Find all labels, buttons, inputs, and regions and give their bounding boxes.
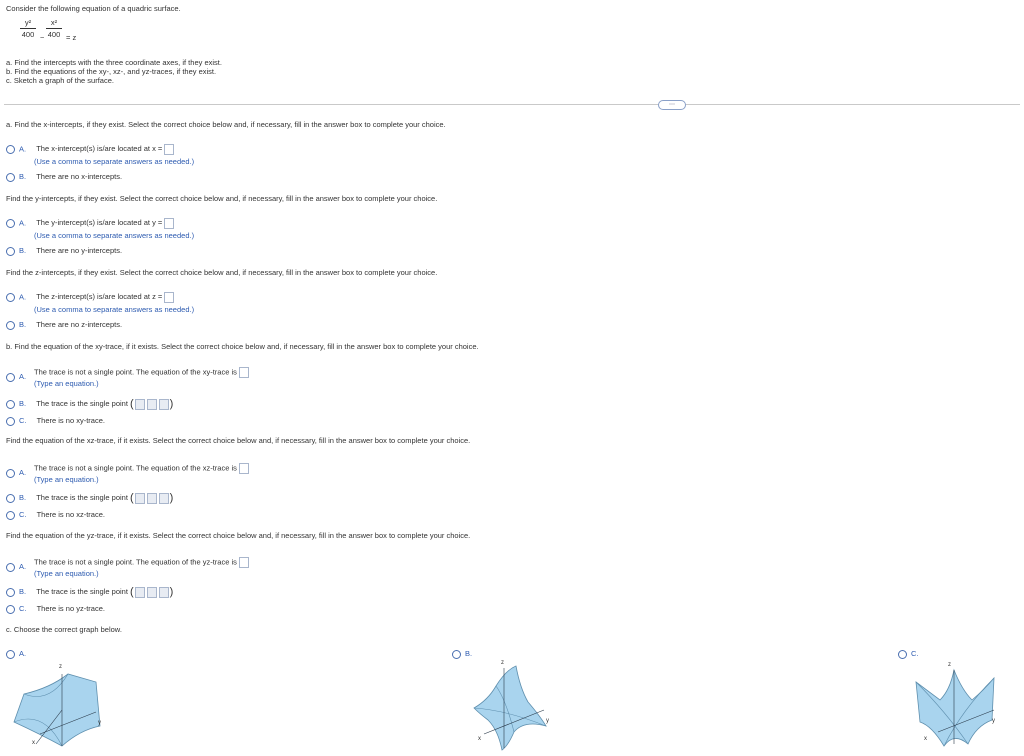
hint-xy: (Type an equation.): [34, 379, 99, 388]
y-intercept-input[interactable]: [164, 218, 175, 229]
task-a: a. Find the intercepts with the three co…: [6, 58, 222, 67]
radio-z-b[interactable]: [6, 320, 15, 330]
option-yz-b[interactable]: B. The trace is the single point (): [6, 586, 173, 598]
radio-x-a[interactable]: [6, 145, 15, 154]
radio-z-a[interactable]: [6, 293, 15, 302]
task-c: c. Sketch a graph of the surface.: [6, 76, 114, 85]
graph-c-image[interactable]: z y x: [910, 660, 1010, 752]
radio-y-a[interactable]: [6, 219, 15, 228]
prompt-z-intercepts: Find the z-intercepts, if they exist. Se…: [6, 268, 438, 277]
graph-a-z-label: z: [59, 664, 62, 670]
option-y-a[interactable]: A. The y-intercept(s) is/are located at …: [6, 218, 175, 229]
section-divider: [4, 104, 1020, 105]
prompt-x-intercepts: a. Find the x-intercepts, if they exist.…: [6, 120, 446, 129]
prompt-graph: c. Choose the correct graph below.: [6, 625, 122, 634]
graph-a-surface: [13, 673, 101, 747]
hint-y: (Use a comma to separate answers as need…: [34, 231, 195, 240]
yz-point-input[interactable]: (): [130, 586, 173, 598]
problem-intro: Consider the following equation of a qua…: [6, 4, 181, 13]
option-xz-c[interactable]: C. There is no xz-trace.: [6, 510, 105, 520]
graph-option-a[interactable]: A.: [6, 649, 26, 659]
graph-b-image[interactable]: z y x: [466, 660, 556, 752]
xy-point-input[interactable]: (): [130, 398, 173, 410]
radio-yz-b[interactable]: [6, 587, 15, 597]
graph-b-y-label: y: [546, 718, 549, 724]
prompt-xy-trace: b. Find the equation of the xy-trace, if…: [6, 342, 479, 351]
graph-a-image[interactable]: z y x: [10, 660, 110, 752]
hint-yz: (Type an equation.): [34, 569, 99, 578]
prompt-yz-trace: Find the equation of the yz-trace, if it…: [6, 531, 471, 540]
prompt-xz-trace: Find the equation of the xz-trace, if it…: [6, 436, 471, 445]
radio-y-b[interactable]: [6, 246, 15, 256]
option-y-b[interactable]: B. There are no y-intercepts.: [6, 246, 122, 256]
prompt-y-intercepts: Find the y-intercepts, if they exist. Se…: [6, 194, 438, 203]
graph-c-x-label: x: [924, 736, 927, 742]
option-xy-a-text: The trace is not a single point. The equ…: [34, 367, 249, 378]
radio-xz-b[interactable]: [6, 493, 15, 503]
xy-trace-input[interactable]: [239, 367, 249, 378]
equation-minus: −: [40, 33, 45, 42]
graph-a-x-label: x: [32, 740, 35, 746]
option-xy-a[interactable]: A.: [6, 372, 26, 382]
radio-xy-a[interactable]: [6, 372, 15, 382]
graph-c-z-label: z: [948, 662, 951, 668]
equation-term1: y² 400: [20, 18, 36, 39]
radio-xz-a[interactable]: [6, 468, 15, 478]
hint-xz: (Type an equation.): [34, 475, 99, 484]
task-b: b. Find the equations of the xy-, xz-, a…: [6, 67, 217, 76]
radio-xz-c[interactable]: [6, 510, 15, 520]
option-yz-c[interactable]: C. There is no yz-trace.: [6, 604, 105, 614]
radio-graph-c[interactable]: [898, 649, 907, 659]
radio-x-b[interactable]: [6, 172, 15, 182]
graph-b-x-label: x: [478, 736, 481, 742]
yz-trace-input[interactable]: [239, 557, 249, 568]
graph-c-y-label: y: [992, 718, 995, 724]
radio-xy-b[interactable]: [6, 399, 15, 409]
graph-option-c[interactable]: C.: [898, 649, 919, 659]
hint-x: (Use a comma to separate answers as need…: [34, 157, 195, 166]
z-intercept-input[interactable]: [164, 292, 175, 303]
option-xz-a-text: The trace is not a single point. The equ…: [34, 463, 249, 474]
option-xz-b[interactable]: B. The trace is the single point (): [6, 492, 173, 504]
radio-graph-a[interactable]: [6, 649, 15, 659]
xz-point-input[interactable]: (): [130, 492, 173, 504]
xz-trace-input[interactable]: [239, 463, 249, 474]
equation-term2: x² 400: [46, 18, 62, 39]
graph-option-b[interactable]: B.: [452, 649, 472, 659]
graph-b-z-label: z: [501, 660, 504, 666]
option-xz-a[interactable]: A.: [6, 468, 26, 478]
equation-rhs: = z: [66, 33, 77, 42]
radio-yz-a[interactable]: [6, 562, 15, 572]
radio-graph-b[interactable]: [452, 649, 461, 659]
x-intercept-input[interactable]: [164, 144, 175, 155]
graph-a-y-label: y: [98, 720, 101, 726]
hint-z: (Use a comma to separate answers as need…: [34, 305, 195, 314]
option-z-a[interactable]: A. The z-intercept(s) is/are located at …: [6, 292, 175, 303]
option-xy-c[interactable]: C. There is no xy-trace.: [6, 416, 105, 426]
radio-yz-c[interactable]: [6, 604, 15, 614]
option-yz-a-text: The trace is not a single point. The equ…: [34, 557, 249, 568]
option-yz-a[interactable]: A.: [6, 562, 26, 572]
option-xy-b[interactable]: B. The trace is the single point (): [6, 398, 173, 410]
option-z-b[interactable]: B. There are no z-intercepts.: [6, 320, 122, 330]
radio-xy-c[interactable]: [6, 416, 15, 426]
option-x-b[interactable]: B. There are no x-intercepts.: [6, 172, 122, 182]
option-x-a[interactable]: A. The x-intercept(s) is/are located at …: [6, 144, 175, 155]
more-button[interactable]: ⋯: [658, 100, 686, 110]
